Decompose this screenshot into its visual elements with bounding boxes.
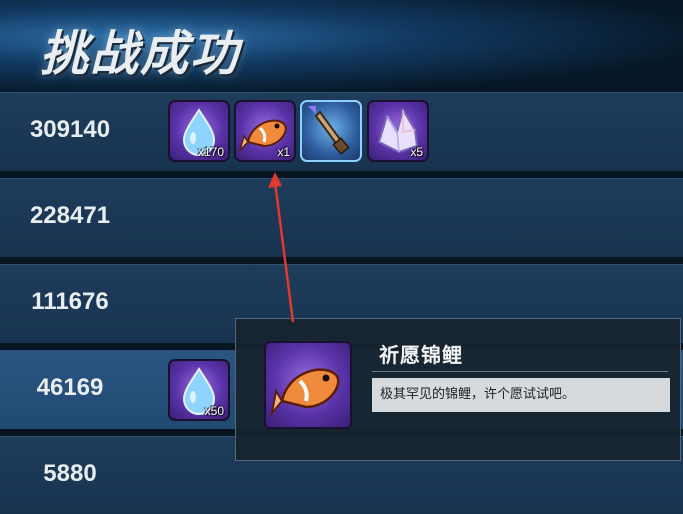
red-arrow-icon [268, 172, 295, 323]
